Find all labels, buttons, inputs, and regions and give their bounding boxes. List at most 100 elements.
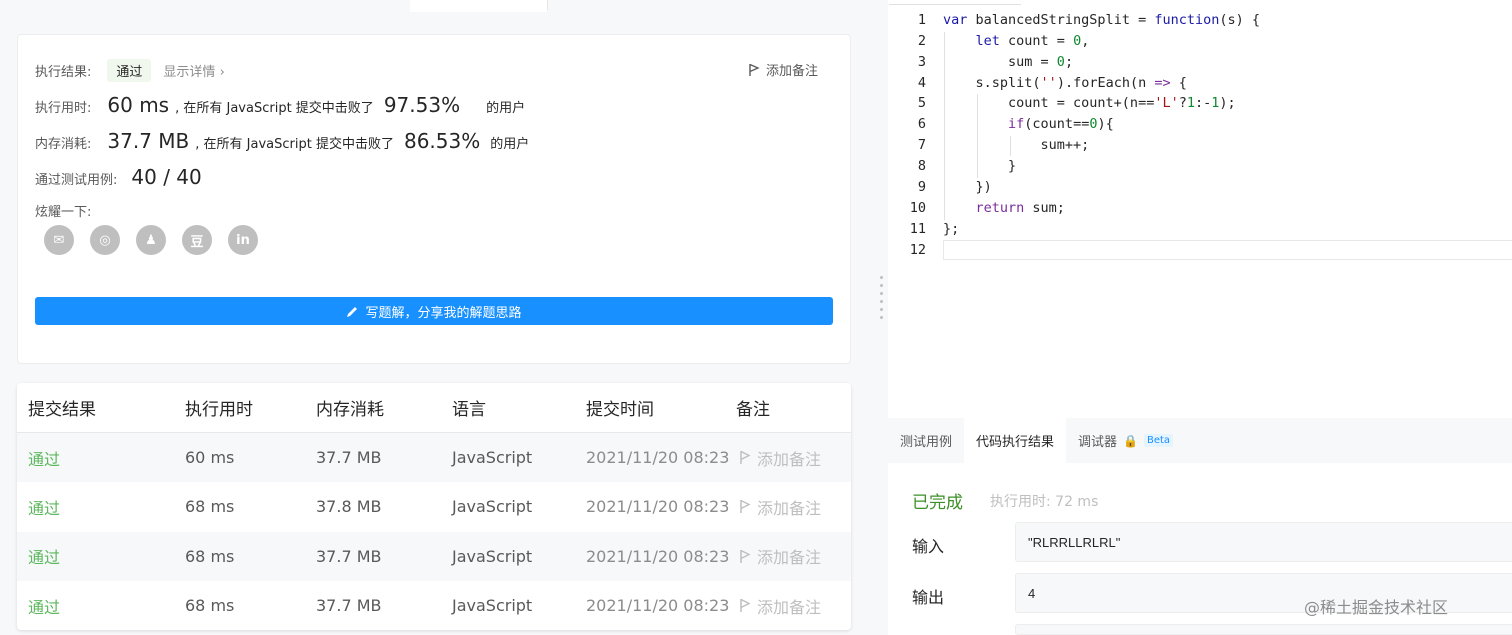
code-text: sum = 0; [943,54,1074,71]
code-line: 9 }) [888,177,1512,198]
row-memory: 37.7 MB [316,546,382,566]
tab-debugger[interactable]: 调试器 🔒 Beta [1066,418,1185,463]
add-note-button[interactable]: 添加备注 [748,60,818,79]
result-pass-link[interactable]: 通过 [28,594,60,618]
code-text: var balancedStringSplit = function(s) { [943,12,1260,29]
input-label: 输入 [912,537,945,556]
result-pass-link[interactable]: 通过 [28,495,60,519]
code-line: 1 var balancedStringSplit = function(s) … [888,10,1512,31]
runtime-percentile: 97.53% [383,93,461,117]
memory-row: 内存消耗: 37.7 MB , 在所有 JavaScript 提交中击败了 86… [35,129,529,153]
result-pass-link[interactable]: 通过 [28,446,60,470]
runtime-beat-text: , 在所有 JavaScript 提交中击败了 [175,101,374,116]
beta-badge: Beta [1144,434,1174,447]
code-text: let count = 0, [975,33,1090,50]
douban-icon[interactable]: 豆 [182,225,212,255]
row-add-note-label: 添加备注 [757,548,822,568]
line-number: 9 [917,179,926,196]
tab-test-cases[interactable]: 测试用例 [888,418,964,463]
result-pass-link[interactable]: 通过 [28,544,60,568]
code-line: 5 count = count+(n=='L'?1:-1); [888,93,1512,114]
splitter-dot [880,276,883,279]
row-add-note-label: 添加备注 [757,498,822,518]
tests-label: 通过测试用例: [35,173,118,188]
table-row: 通过 60 ms 37.7 MB JavaScript 2021/11/20 0… [17,433,851,483]
header-note: 备注 [736,400,770,420]
code-line: 6 if(count==0){ [888,114,1512,135]
memory-users-suffix: 的用户 [490,137,530,152]
row-language: JavaScript [452,448,533,468]
line-number: 11 [909,221,926,238]
row-add-note-button[interactable]: 添加备注 [739,594,821,618]
write-solution-label: 写题解，分享我的解题思路 [365,305,522,321]
row-add-note-button[interactable]: 添加备注 [739,495,821,519]
code-line: 11 }; [888,219,1512,240]
active-tab[interactable] [410,0,547,12]
tests-value: 40 / 40 [131,165,202,189]
code-line: 3 sum = 0; [888,52,1512,73]
flag-icon [740,500,751,514]
console-tabs: 测试用例 代码执行结果 调试器 🔒 Beta [888,418,1512,463]
wechat-icon[interactable]: ✉ [44,225,74,255]
header-submit-time: 提交时间 [586,400,654,420]
memory-label: 内存消耗: [35,137,92,152]
pencil-icon [347,306,358,317]
write-solution-button[interactable]: 写题解，分享我的解题思路 [35,297,833,325]
line-number: 5 [917,95,926,112]
add-note-label: 添加备注 [765,64,818,79]
tab-test-cases-label: 测试用例 [900,435,953,450]
line-number: 8 [917,158,926,175]
row-memory: 37.8 MB [316,497,382,517]
submissions-table: 提交结果 执行用时 内存消耗 语言 提交时间 备注 通过 60 ms 37.7 … [17,383,851,630]
share-icons: ✉ ◎ ♟ 豆 in [44,225,258,255]
line-number: 6 [917,116,926,133]
code-text: return sum; [975,200,1065,217]
lock-icon: 🔒 [1123,433,1138,448]
code-text: }) [943,179,992,196]
splitter-dot [880,300,883,303]
code-text: s.split('').forEach(n => { [943,75,1187,92]
expected-value-box [1015,624,1512,635]
flag-icon [740,451,751,465]
row-add-note-button[interactable]: 添加备注 [739,544,821,568]
header-result: 提交结果 [28,400,96,420]
splitter-dot [880,284,883,287]
show-details-link[interactable]: 显示详情 › [163,61,224,80]
line-number: 10 [909,200,926,217]
watermark: @稀土掘金技术社区 [1304,598,1449,617]
input-value: "RLRRLLRLRL" [1028,534,1121,550]
row-submit-time: 2021/11/20 08:23 [586,546,730,566]
code-line: 2 let count = 0, [888,31,1512,52]
weibo-icon[interactable]: ◎ [90,225,120,255]
memory-beat-text: , 在所有 JavaScript 提交中击败了 [195,137,394,152]
header-language: 语言 [452,400,486,420]
table-row: 通过 68 ms 37.7 MB JavaScript 2021/11/20 0… [17,581,851,630]
code-line: 8 } [888,156,1512,177]
qq-icon[interactable]: ♟ [136,225,166,255]
header-runtime: 执行用时 [185,400,253,420]
row-add-note-button[interactable]: 添加备注 [739,446,821,470]
show-details-label: 显示详情 [163,65,216,80]
row-add-note-label: 添加备注 [757,449,822,469]
code-line: 12 [888,240,1512,261]
left-pane: 执行结果: 通过 显示详情 › 添加备注 执行用时: 60 ms , 在所有 J… [0,0,874,635]
left-tab-strip [0,0,874,12]
memory-value: 37.7 MB [107,129,190,153]
output-label: 输出 [912,588,945,607]
splitter-dot [880,292,883,295]
row-add-note-label: 添加备注 [757,597,822,617]
pane-splitter[interactable] [874,0,888,635]
row-memory: 37.7 MB [316,596,382,616]
code-line: 4 s.split('').forEach(n => { [888,73,1512,94]
result-card: 执行结果: 通过 显示详情 › 添加备注 执行用时: 60 ms , 在所有 J… [17,34,851,364]
linkedin-icon[interactable]: in [228,225,258,255]
line-number: 7 [917,137,926,154]
tab-run-result[interactable]: 代码执行结果 [964,418,1067,463]
input-value-box: "RLRRLLRLRL" [1015,522,1512,562]
splitter-dot [880,308,883,311]
line-number: 12 [909,242,926,259]
output-value: 4 [1028,585,1036,601]
row-language: JavaScript [452,596,533,616]
code-editor[interactable]: 1 var balancedStringSplit = function(s) … [888,0,1512,418]
row-runtime: 68 ms [185,546,235,566]
